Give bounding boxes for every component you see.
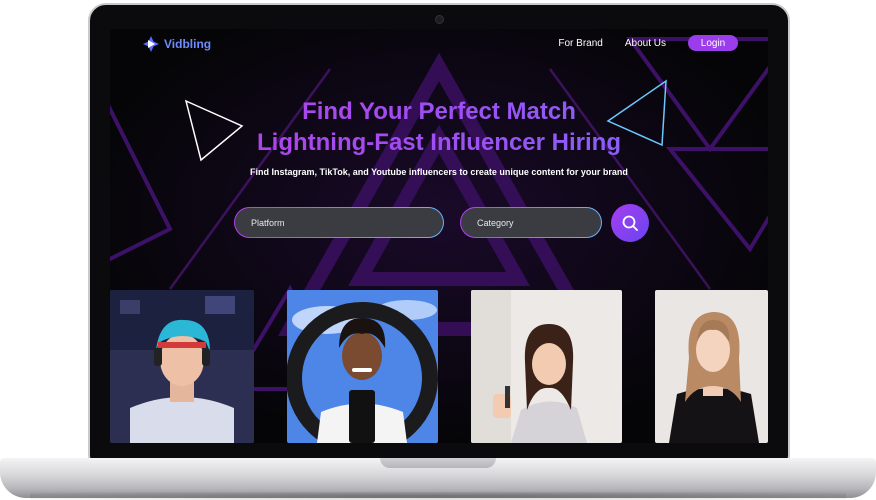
- hero-title-line-1: Find Your Perfect Match: [302, 98, 576, 125]
- hero-title: Find Your Perfect Match Lightning-Fast I…: [110, 96, 768, 158]
- login-button[interactable]: Login: [688, 35, 738, 51]
- category-input[interactable]: [475, 216, 601, 229]
- platform-input[interactable]: [249, 216, 443, 229]
- top-nav: For Brand About Us Login: [558, 35, 738, 51]
- brand-logo[interactable]: Vidbling: [142, 35, 211, 53]
- vidbling-logo-icon: [143, 36, 159, 52]
- brand-name: Vidbling: [164, 37, 212, 51]
- hero-subtitle: Find Instagram, TikTok, and Youtube infl…: [250, 167, 628, 177]
- laptop-notch: [380, 458, 496, 468]
- search-button[interactable]: [611, 204, 649, 242]
- influencer-photo: [287, 290, 438, 443]
- influencer-photo: [471, 290, 622, 443]
- influencer-card-4[interactable]: [655, 290, 768, 443]
- hero-title-line-2: Lightning-Fast Influencer Hiring: [257, 129, 621, 156]
- category-field[interactable]: [460, 207, 602, 238]
- influencer-photo: [110, 290, 254, 443]
- influencer-photo: [655, 290, 768, 443]
- nav-about-us-link[interactable]: About Us: [625, 38, 666, 49]
- laptop-shadow: [30, 492, 846, 500]
- influencer-card-1[interactable]: [110, 290, 254, 443]
- platform-field[interactable]: [234, 207, 444, 238]
- influencer-card-3[interactable]: [471, 290, 622, 443]
- nav-for-brand-link[interactable]: For Brand: [558, 38, 602, 49]
- influencer-card-2[interactable]: [287, 290, 438, 443]
- website-screen: Vidbling For Brand About Us Login Find Y…: [110, 29, 768, 443]
- camera-icon: [435, 15, 444, 24]
- search-icon: [622, 215, 638, 231]
